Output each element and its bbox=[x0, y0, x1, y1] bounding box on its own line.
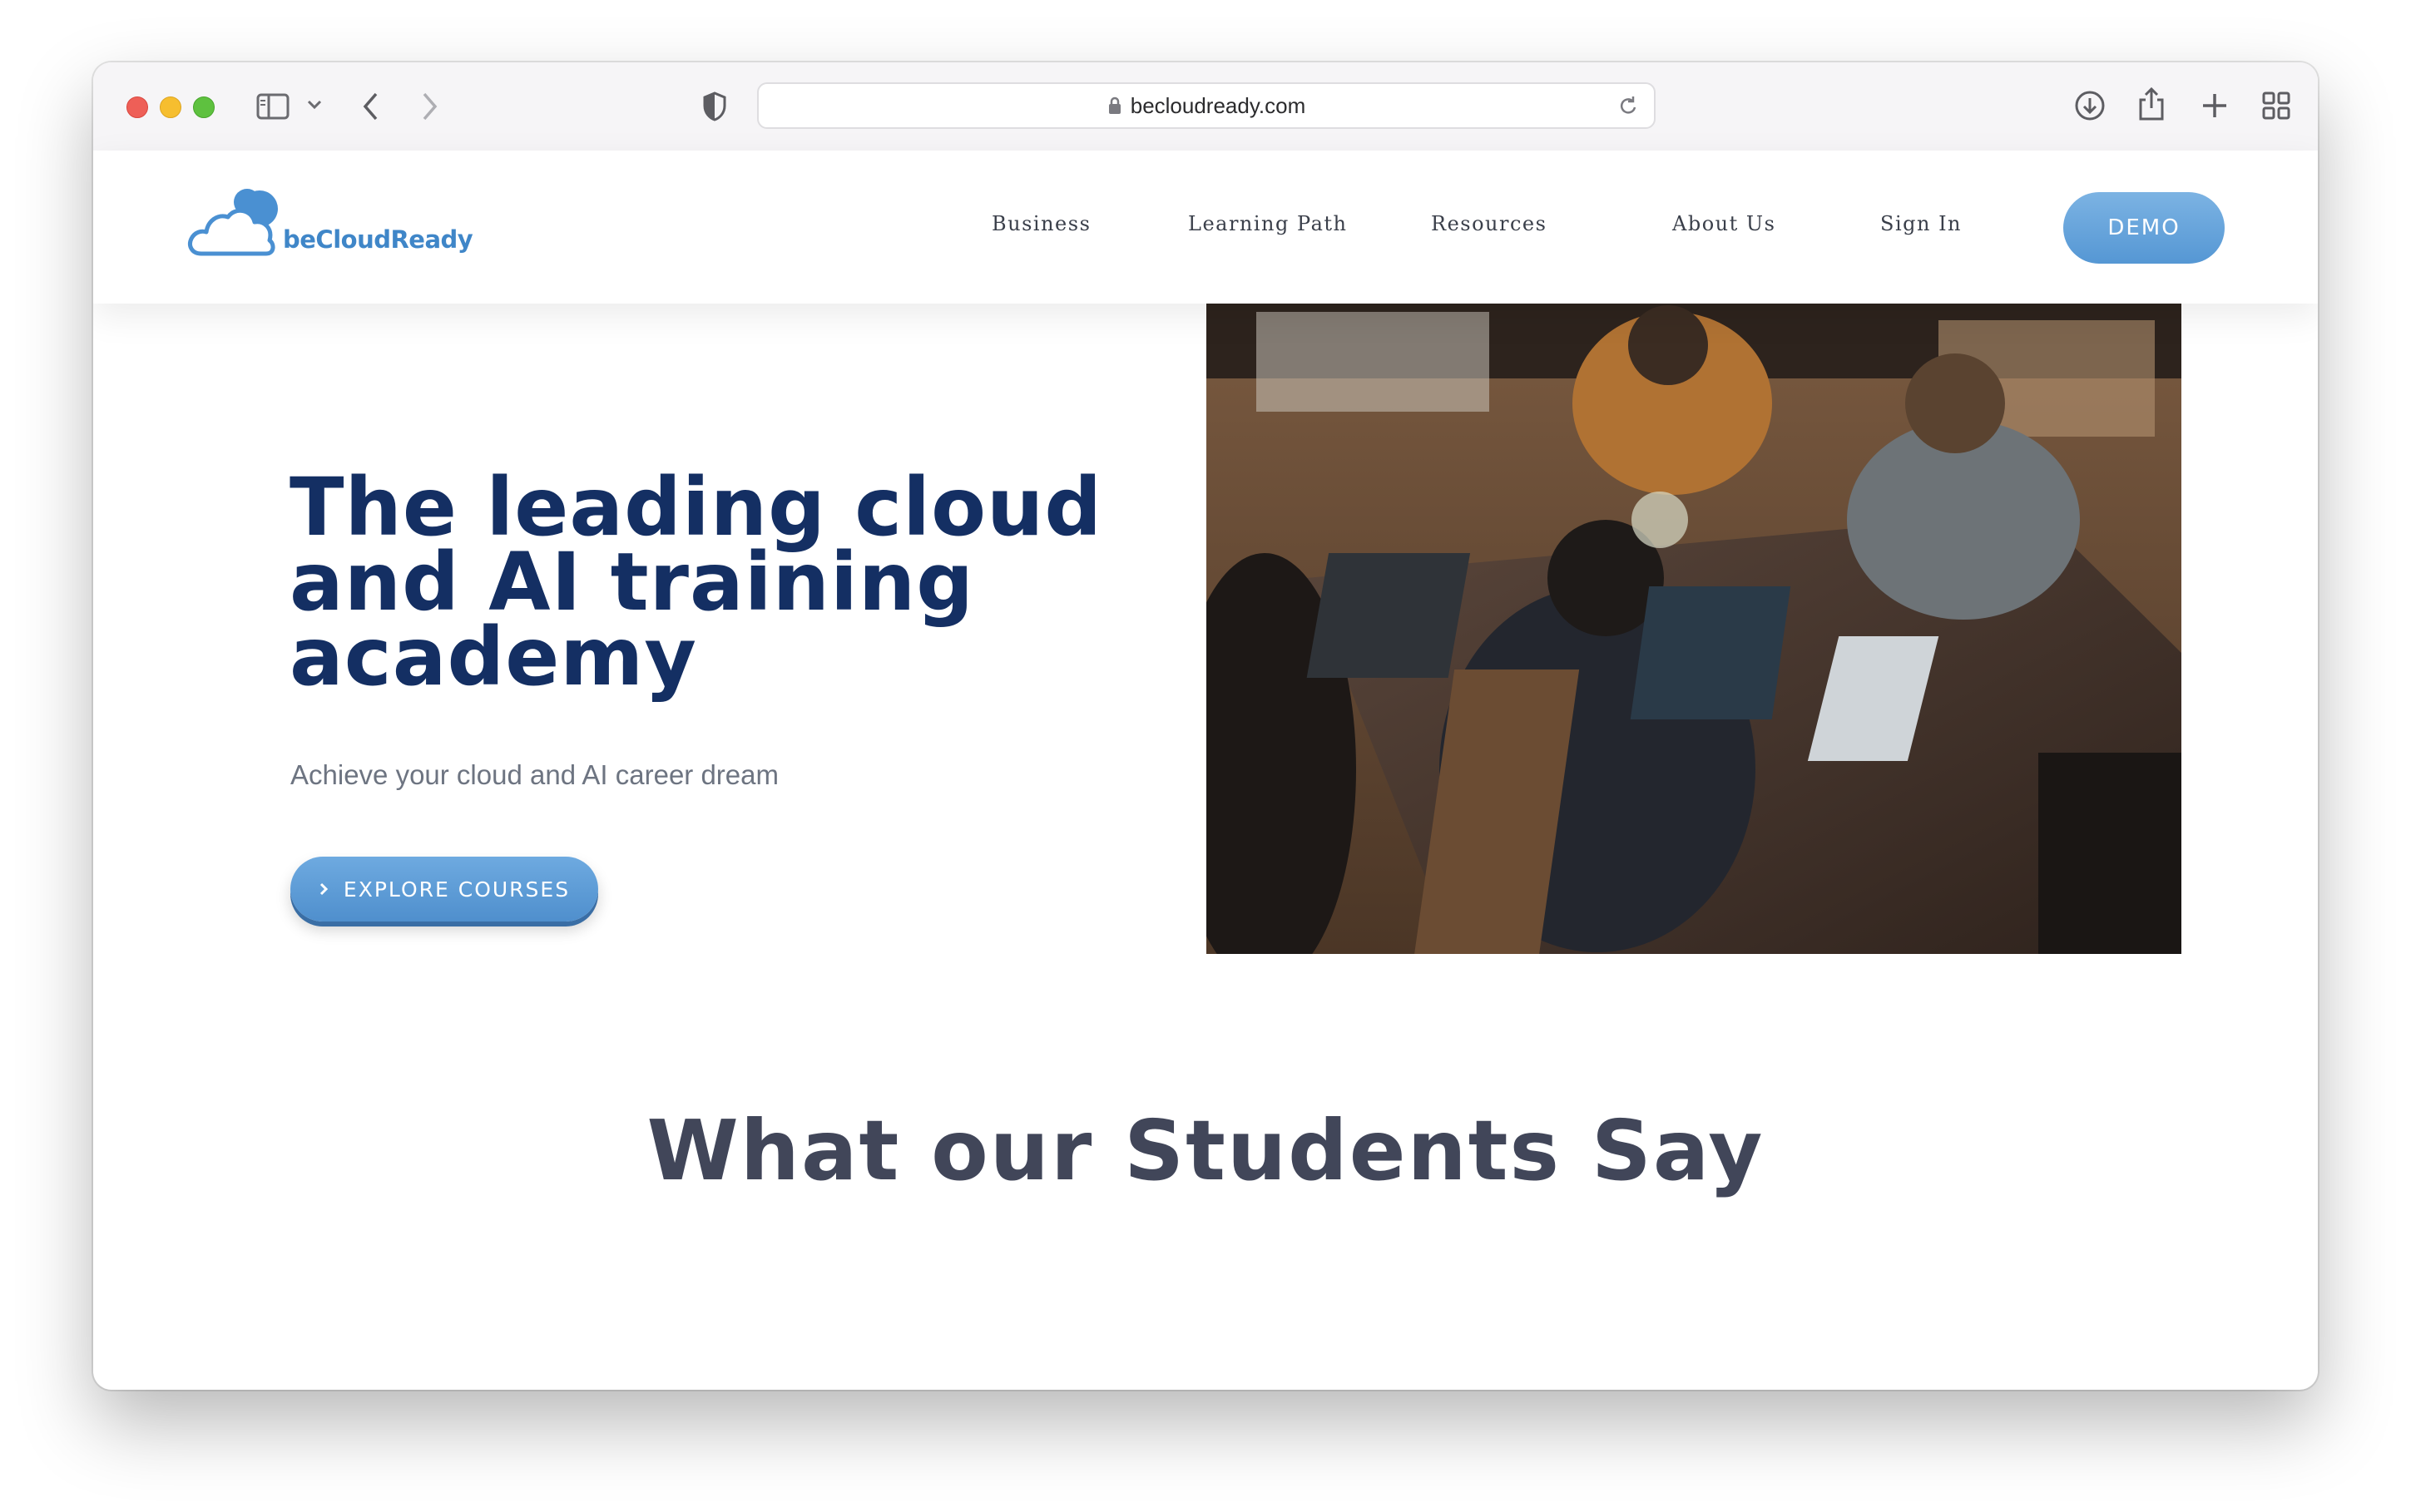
main-nav: Business Learning Path Resources About U… bbox=[93, 151, 2318, 304]
nav-learning-path[interactable]: Learning Path bbox=[1188, 212, 1347, 235]
explore-courses-label: EXPLORE COURSES bbox=[343, 877, 571, 902]
downloads-icon[interactable] bbox=[2073, 89, 2107, 122]
zoom-window-button[interactable] bbox=[193, 96, 215, 118]
hero-subtitle: Achieve your cloud and AI career dream bbox=[290, 759, 779, 790]
url-text: becloudready.com bbox=[1130, 92, 1306, 118]
demo-button[interactable]: DEMO bbox=[2063, 192, 2225, 264]
lock-icon bbox=[1107, 96, 1122, 116]
explore-courses-button[interactable]: EXPLORE COURSES bbox=[290, 857, 598, 922]
nav-about-us[interactable]: About Us bbox=[1672, 212, 1775, 235]
back-arrow-icon[interactable] bbox=[361, 91, 381, 122]
nav-resources[interactable]: Resources bbox=[1431, 212, 1547, 235]
minimize-window-button[interactable] bbox=[160, 96, 181, 118]
address-bar[interactable]: becloudready.com bbox=[757, 82, 1656, 129]
chevron-down-icon[interactable] bbox=[306, 99, 323, 111]
reload-icon[interactable] bbox=[1617, 95, 1639, 122]
new-tab-icon[interactable] bbox=[2200, 91, 2230, 121]
testimonials-title: What our Students Say bbox=[646, 1102, 1765, 1199]
hero-title: The leading cloud and AI training academ… bbox=[290, 461, 1103, 704]
close-window-button[interactable] bbox=[126, 96, 148, 118]
sidebar-toggle-icon[interactable] bbox=[256, 92, 290, 121]
nav-business[interactable]: Business bbox=[992, 212, 1091, 235]
browser-window: becloudready.com beCloudReady Business L… bbox=[93, 62, 2318, 1390]
chevron-right-icon bbox=[319, 882, 329, 897]
site-header: beCloudReady Business Learning Path Reso… bbox=[93, 151, 2318, 304]
share-icon[interactable] bbox=[2136, 86, 2166, 122]
privacy-shield-icon[interactable] bbox=[702, 91, 727, 122]
nav-sign-in[interactable]: Sign In bbox=[1880, 212, 1962, 235]
browser-toolbar: becloudready.com bbox=[93, 62, 2318, 152]
tab-overview-icon[interactable] bbox=[2261, 91, 2291, 121]
forward-arrow-icon[interactable] bbox=[419, 91, 439, 122]
hero-photo bbox=[1206, 304, 2181, 954]
